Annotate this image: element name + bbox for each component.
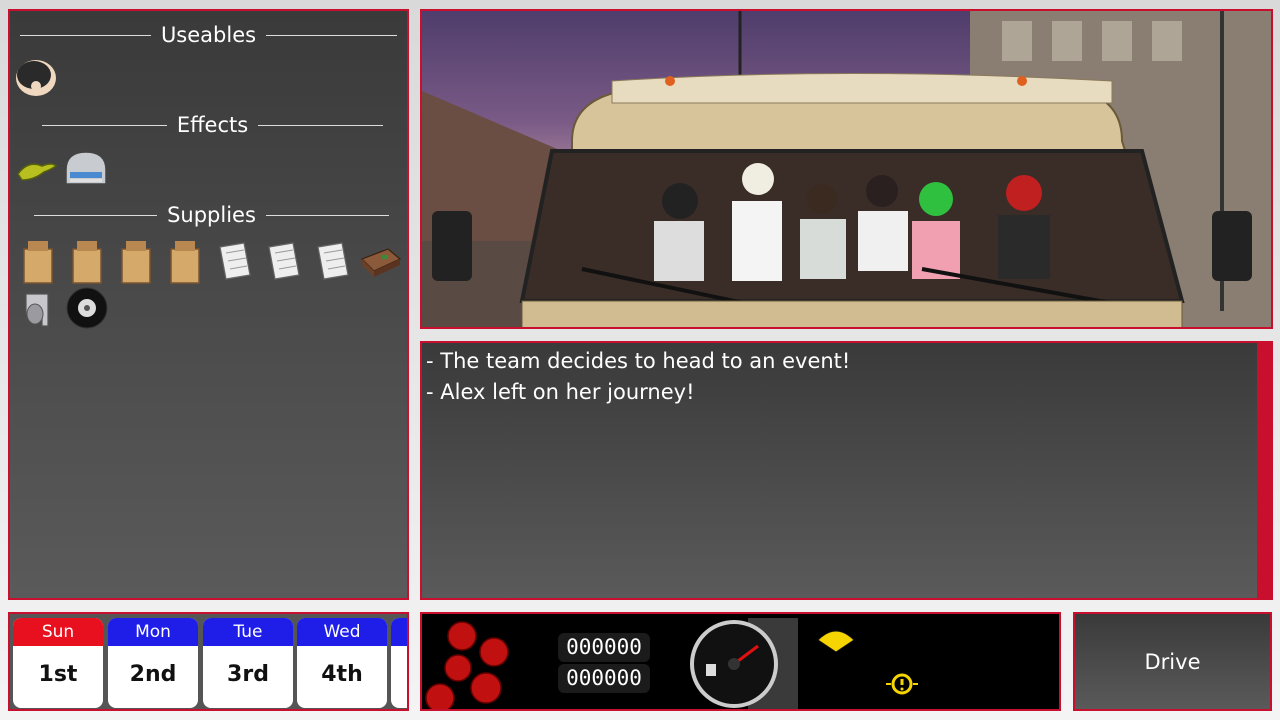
grocery-bag-icon[interactable] bbox=[67, 237, 111, 284]
mask-item-icon[interactable] bbox=[14, 56, 58, 100]
tire-icon[interactable] bbox=[65, 286, 109, 330]
newspaper-icon[interactable] bbox=[263, 239, 307, 283]
day-date: 1st bbox=[13, 646, 103, 708]
calendar-day-sun[interactable]: Sun 1st bbox=[13, 618, 103, 708]
odometer-bottom: 000000 bbox=[558, 664, 650, 693]
effects-title: Effects bbox=[176, 113, 249, 137]
drive-button[interactable]: Drive bbox=[1073, 612, 1272, 711]
calendar-day-wed[interactable]: Wed 4th bbox=[297, 618, 387, 708]
day-name: Mon bbox=[108, 618, 198, 646]
wiper-warning-icon bbox=[817, 630, 855, 653]
log-scrollbar[interactable] bbox=[1257, 343, 1271, 598]
useables-header: Useables bbox=[10, 22, 407, 48]
van-dashboard: 000000 000000 bbox=[420, 612, 1061, 711]
day-name: Sun bbox=[13, 618, 103, 646]
drive-button-label: Drive bbox=[1144, 649, 1201, 674]
grocery-bag-icon[interactable] bbox=[18, 237, 62, 284]
day-date-text: 1st bbox=[38, 662, 78, 687]
newspaper-icon[interactable] bbox=[312, 239, 356, 283]
calendar-day-next[interactable] bbox=[391, 618, 407, 708]
calendar-day-mon[interactable]: Mon 2nd bbox=[108, 618, 198, 708]
supplies-title: Supplies bbox=[167, 203, 256, 227]
supplies-header: Supplies bbox=[10, 202, 407, 228]
engine-warning-icon bbox=[886, 673, 918, 695]
day-date: 2nd bbox=[129, 662, 177, 687]
grocery-bag-icon[interactable] bbox=[165, 237, 209, 284]
log-line: - The team decides to head to an event! bbox=[426, 349, 851, 373]
toolbox-icon[interactable] bbox=[358, 239, 402, 283]
inventory-panel: Useables Effects Supplies bbox=[8, 9, 409, 600]
helmet-effect-icon[interactable] bbox=[62, 148, 107, 192]
effects-header: Effects bbox=[10, 112, 407, 138]
day-date: 4th bbox=[321, 662, 363, 687]
log-line: - Alex left on her journey! bbox=[426, 380, 695, 404]
message-log: - The team decides to head to an event! … bbox=[420, 341, 1273, 600]
lizard-effect-icon[interactable] bbox=[14, 148, 58, 192]
duct-tape-icon[interactable] bbox=[18, 286, 62, 330]
calendar-strip: Sun 1st Mon 2nd Tue 3rd Wed 4th bbox=[8, 612, 409, 711]
day-name-partial bbox=[391, 618, 407, 646]
calendar-day-tue[interactable]: Tue 3rd bbox=[203, 618, 293, 708]
odometer-top: 000000 bbox=[558, 633, 650, 662]
useables-title: Useables bbox=[160, 23, 257, 47]
scene-image bbox=[420, 9, 1273, 329]
day-name: Wed bbox=[297, 618, 387, 646]
grocery-bag-icon[interactable] bbox=[116, 237, 160, 284]
fuel-gauge-icon bbox=[690, 618, 798, 709]
day-name: Tue bbox=[203, 618, 293, 646]
newspaper-icon[interactable] bbox=[214, 239, 258, 283]
day-date: 3rd bbox=[227, 662, 269, 687]
roses-icon bbox=[425, 621, 509, 709]
